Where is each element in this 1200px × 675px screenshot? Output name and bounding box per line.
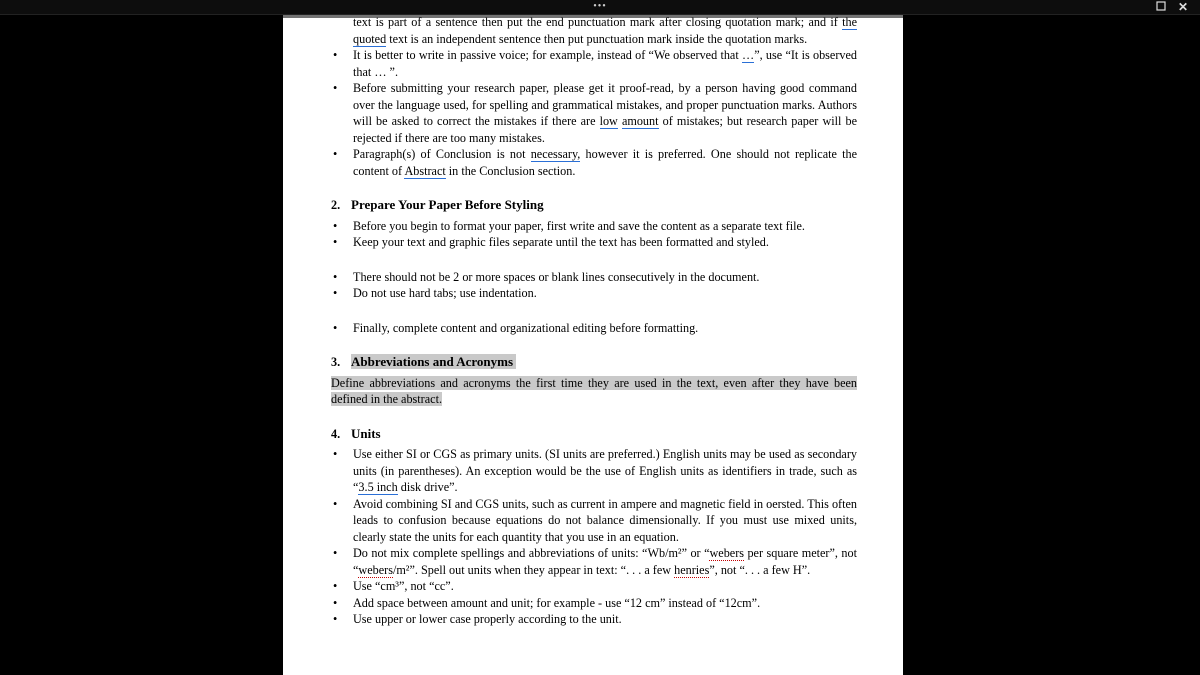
list-item: •Use upper or lower case properly accord… <box>331 611 857 628</box>
bullet-icon: • <box>331 80 353 146</box>
text-selection: Define abbreviations and acronyms the fi… <box>331 376 857 407</box>
body-text: There should not be 2 or more spaces or … <box>353 269 857 286</box>
grammar-underline: amount <box>622 114 659 129</box>
body-text: Avoid combining SI and CGS units, such a… <box>353 496 857 546</box>
spell-underline: webers <box>358 563 393 578</box>
heading-text: Prepare Your Paper Before Styling <box>351 197 544 214</box>
bullet-icon <box>331 14 353 47</box>
section-heading: 4. Units <box>331 426 857 443</box>
grammar-underline: … <box>742 48 754 63</box>
body-text: Before you begin to format your paper, f… <box>353 218 857 235</box>
list-item: text is part of a sentence then put the … <box>331 14 857 47</box>
bullet-icon: • <box>331 146 353 179</box>
heading-text: Units <box>351 426 381 443</box>
bullet-icon: • <box>331 595 353 612</box>
section-number: 2. <box>331 197 351 214</box>
list-item: •Finally, complete content and organizat… <box>331 320 857 337</box>
bullet-icon: • <box>331 545 353 578</box>
body-text: Keep your text and graphic files separat… <box>353 234 857 251</box>
section-number: 4. <box>331 426 351 443</box>
document-page: text is part of a sentence then put the … <box>283 14 903 675</box>
list-item: • Before submitting your research paper,… <box>331 80 857 146</box>
body-text: Add space between amount and unit; for e… <box>353 595 857 612</box>
maximize-button[interactable] <box>1156 1 1166 14</box>
page-content: text is part of a sentence then put the … <box>331 14 857 628</box>
text-selection: Abbreviations and Acronyms <box>351 354 513 369</box>
close-button[interactable]: ✕ <box>1178 0 1188 15</box>
grammar-underline: Abstract <box>404 164 445 179</box>
body-text: Use “cm³”, not “cc”. <box>353 578 857 595</box>
section-number: 3. <box>331 354 351 371</box>
body-text: Finally, complete content and organizati… <box>353 320 857 337</box>
list-item: • It is better to write in passive voice… <box>331 47 857 80</box>
body-text: Paragraph(s) of Conclusion is not necess… <box>353 146 857 179</box>
list-item: •Before you begin to format your paper, … <box>331 218 857 235</box>
bullet-icon: • <box>331 320 353 337</box>
section-heading: 3. Abbreviations and Acronyms <box>331 354 857 371</box>
grammar-underline: 3.5 inch <box>358 480 397 495</box>
list-item: •Use “cm³”, not “cc”. <box>331 578 857 595</box>
list-item: •Do not mix complete spellings and abbre… <box>331 545 857 578</box>
body-text: Do not mix complete spellings and abbrev… <box>353 545 857 578</box>
bullet-icon: • <box>331 611 353 628</box>
list-item: •Add space between amount and unit; for … <box>331 595 857 612</box>
list-item: •Do not use hard tabs; use indentation. <box>331 285 857 302</box>
bullet-icon: • <box>331 269 353 286</box>
list-item: • Paragraph(s) of Conclusion is not nece… <box>331 146 857 179</box>
body-text: Do not use hard tabs; use indentation. <box>353 285 857 302</box>
viewport: text is part of a sentence then put the … <box>0 14 1200 675</box>
bullet-icon: • <box>331 285 353 302</box>
title-bar: ••• ✕ <box>0 0 1200 15</box>
spell-underline: henries <box>674 563 709 578</box>
body-text: text is part of a sentence then put the … <box>353 14 857 47</box>
bullet-icon: • <box>331 47 353 80</box>
section-heading: 2. Prepare Your Paper Before Styling <box>331 197 857 214</box>
bullet-icon: • <box>331 218 353 235</box>
bullet-icon: • <box>331 578 353 595</box>
list-item: •Keep your text and graphic files separa… <box>331 234 857 251</box>
body-text: Before submitting your research paper, p… <box>353 80 857 146</box>
body-text: Use either SI or CGS as primary units. (… <box>353 446 857 496</box>
bullet-icon: • <box>331 234 353 251</box>
list-item: •Use either SI or CGS as primary units. … <box>331 446 857 496</box>
list-item: •Avoid combining SI and CGS units, such … <box>331 496 857 546</box>
list-item: •There should not be 2 or more spaces or… <box>331 269 857 286</box>
grammar-underline: low <box>600 114 618 129</box>
heading-text: Abbreviations and Acronyms <box>351 354 516 371</box>
grammar-underline: necessary, <box>531 147 581 162</box>
spell-underline: webers <box>709 546 744 561</box>
body-text: Define abbreviations and acronyms the fi… <box>331 375 857 408</box>
body-text: Use upper or lower case properly accordi… <box>353 611 857 628</box>
bullet-icon: • <box>331 496 353 546</box>
drag-handle-icon[interactable]: ••• <box>593 3 607 11</box>
body-text: It is better to write in passive voice; … <box>353 47 857 80</box>
bullet-icon: • <box>331 446 353 496</box>
